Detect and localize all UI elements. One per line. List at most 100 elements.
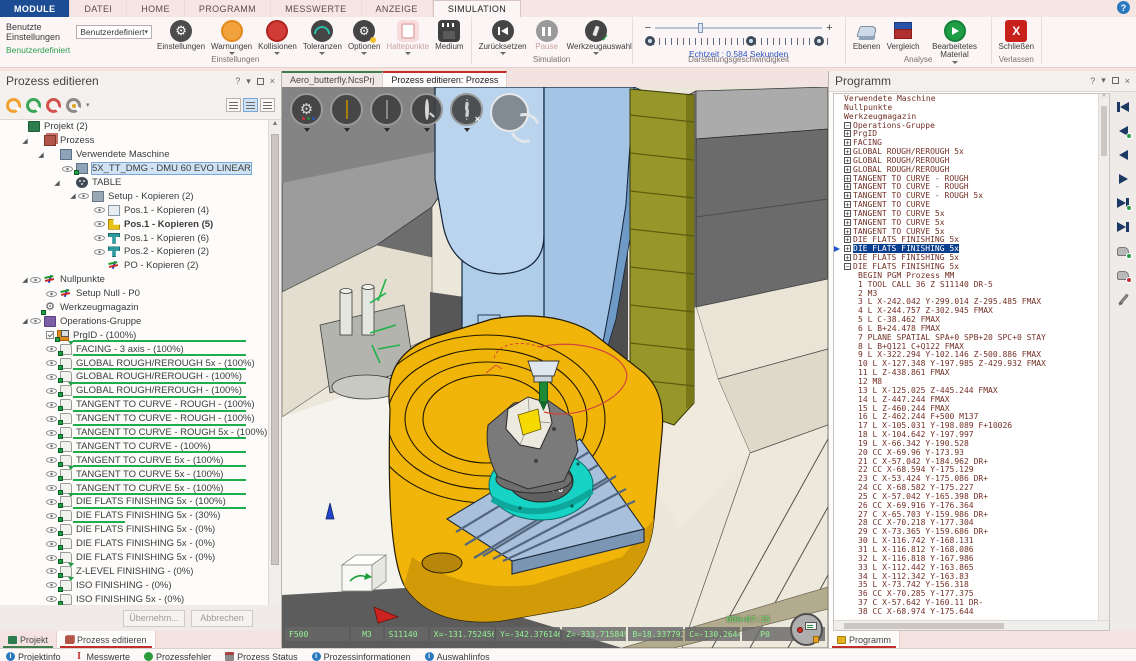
step-backward-button[interactable] [1114,124,1132,139]
tree-item-setup-kopieren-2[interactable]: ◢Setup - Kopieren (2) [0,189,281,203]
help-icon[interactable]: ? [1117,1,1130,14]
ribbon-tab-simulation[interactable]: SIMULATION [433,0,521,17]
speed-ticks[interactable] [645,36,833,46]
expand-icon[interactable]: ◢ [68,192,78,200]
visibility-eye-icon[interactable] [46,568,57,574]
visibility-eye-icon[interactable] [62,166,73,172]
statusbar-prozessinformationen[interactable]: Prozessinformationen [312,649,411,661]
rotate-sphere-button[interactable] [490,93,529,132]
statusbar-prozessfehler[interactable]: Prozessfehler [144,649,211,661]
speed-slider[interactable] [655,27,822,29]
control-panel-widget[interactable] [790,613,823,646]
tree-item-tangent-to-curve-100[interactable]: ◢TANGENT TO CURVE - (100%) [0,439,281,453]
haltepunkte-button[interactable]: Haltepunkte [383,19,432,56]
statusbar-prozess-status[interactable]: Prozess Status [225,649,298,661]
close-icon[interactable]: × [1125,76,1130,86]
tab-prozess-editieren[interactable]: Prozess editieren [57,631,156,648]
visibility-eye-icon[interactable] [46,346,57,352]
visibility-eye-icon[interactable] [46,513,57,519]
tree-item-projekt-2[interactable]: ◢Projekt (2) [0,120,281,134]
tree-item-tangent-to-curve-rough-100[interactable]: ◢TANGENT TO CURVE - ROUGH - (100%) [0,412,281,426]
visibility-eye-icon[interactable] [46,596,57,602]
tree-item-prgid-100[interactable]: ◢PrgID - (100%) [0,328,281,342]
expand-icon[interactable]: ◢ [20,317,30,325]
visibility-eye-icon[interactable] [46,582,57,588]
visibility-eye-icon[interactable] [94,249,105,255]
expand-icon[interactable]: ◢ [20,137,30,145]
tree-item-pos-1-kopieren-6[interactable]: ◢Pos.1 - Kopieren (6) [0,231,281,245]
werkzeugauswahl-button[interactable]: Werkzeugauswahl [564,19,628,56]
ribbon-tab-messwerte[interactable]: MESSWERTE [271,0,361,17]
help-icon[interactable]: ? [235,76,240,86]
expand-box-icon[interactable]: + [844,254,851,261]
cancel-button[interactable]: Abbrechen [191,610,253,627]
statusbar-projektinfo[interactable]: Projektinfo [6,649,61,661]
chevron-down-icon[interactable]: ▾ [86,101,90,109]
tool-cylinder-button[interactable] [370,93,403,132]
tree-item-operations-gruppe[interactable]: ◢Operations-Gruppe [0,314,281,328]
expand-box-icon[interactable]: + [844,236,851,243]
tree-item-table[interactable]: ◢TABLE [0,176,281,190]
expand-icon[interactable]: ◢ [20,276,30,284]
tab-projekt[interactable]: Projekt [0,631,57,648]
einstellungen-button[interactable]: Einstellungen [154,19,208,56]
view-compact-button[interactable] [226,98,241,112]
used-settings-dropdown[interactable]: Benutzerdefiniert ▾ [76,25,152,39]
chevron-down-icon[interactable]: ▾ [1101,75,1106,86]
expand-box-icon[interactable]: + [844,201,851,208]
kollisionen-button[interactable]: Kollisionen [255,19,300,56]
visibility-eye-icon[interactable] [46,430,57,436]
expand-box-icon[interactable]: + [844,183,851,190]
program-listing[interactable]: Verwendete MaschineNullpunkteWerkzeugmag… [833,93,1110,631]
tree-item-po-kopieren-2[interactable]: ◢PO - Kopieren (2) [0,259,281,273]
help-icon[interactable]: ? [1090,76,1095,86]
tree-item-die-flats-finishing-5x-30[interactable]: ◢DIE FLATS FINISHING 5x - (30%) [0,509,281,523]
expand-box-icon[interactable]: + [844,175,851,182]
zoom-magnifier-button[interactable] [410,93,443,132]
tree-item-global-rough-rerough-100[interactable]: ◢GLOBAL ROUGH/REROUGH - (100%) [0,370,281,384]
expand-box-icon[interactable]: + [844,157,851,164]
pin-icon[interactable] [257,78,264,85]
speed-plus-button[interactable]: + [826,22,832,34]
visibility-eye-icon[interactable] [46,457,57,463]
program-vscrollbar[interactable]: ^ [1098,94,1109,620]
tree-item-die-flats-finishing-5x-0[interactable]: ◢DIE FLATS FINISHING 5x - (0%) [0,551,281,565]
tree-item-facing-3-axis-100[interactable]: ◢FACING - 3 axis - (100%) [0,342,281,356]
tree-item-iso-finishing-0[interactable]: ◢ISO FINISHING - (0%) [0,578,281,592]
tab-prozess-editieren-prozess[interactable]: Prozess editieren: Prozess [383,71,507,87]
jump-first-button[interactable] [1114,100,1132,115]
ribbon-tab-programm[interactable]: PROGRAMM [185,0,271,17]
warnungen-button[interactable]: Warnungen [208,19,255,56]
tree-item-die-flats-finishing-5x-0[interactable]: ◢DIE FLATS FINISHING 5x - (0%) [0,523,281,537]
tree-item-pos-2-kopieren-2[interactable]: ◢Pos.2 - Kopieren (2) [0,245,281,259]
visibility-eye-icon[interactable] [46,499,57,505]
visibility-eye-icon[interactable] [46,527,57,533]
tree-item-5x-tt-dmg-dmu-60-evo-linear[interactable]: ◢5X_TT_DMG - DMU 60 EVO LINEAR [0,162,281,176]
tree-item-setup-null-p0[interactable]: ◢Setup Null - P0 [0,287,281,301]
expand-box-icon[interactable]: + [844,219,851,226]
tree-item-tangent-to-curve-5x-100[interactable]: ◢TANGENT TO CURVE 5x - (100%) [0,453,281,467]
ribbon-tab-datei[interactable]: DATEI [70,0,127,17]
medium-button[interactable]: Medium [432,19,466,56]
statusbar-messwerte[interactable]: Messwerte [75,649,131,661]
toleranzen-button[interactable]: Toleranzen [300,19,345,56]
visibility-eye-icon[interactable] [46,360,57,366]
step-forward-button[interactable] [1114,196,1132,211]
visibility-eye-icon[interactable] [46,485,57,491]
visibility-eye-icon[interactable] [46,471,57,477]
speed-minus-button[interactable]: − [645,22,651,34]
tree-item-tangent-to-curve-5x-100[interactable]: ◢TANGENT TO CURVE 5x - (100%) [0,481,281,495]
expand-box-icon[interactable]: + [844,130,851,137]
tree-item-die-flats-finishing-5x-100[interactable]: ◢DIE FLATS FINISHING 5x - (100%) [0,495,281,509]
reset-green-icon[interactable] [26,98,41,113]
select-dashed-button[interactable] [450,93,483,132]
expand-box-icon[interactable]: + [844,139,851,146]
tree-item-nullpunkte[interactable]: ◢Nullpunkte [0,273,281,287]
program-code-line[interactable]: 38 CC X-68.974 Y-175.644 [834,608,1098,617]
tree-item-global-rough-rerough-100[interactable]: ◢GLOBAL ROUGH/REROUGH - (100%) [0,384,281,398]
ribbon-tab-anzeige[interactable]: ANZEIGE [362,0,433,17]
tree-item-tangent-to-curve-rough-5x-100[interactable]: ◢TANGENT TO CURVE - ROUGH 5x - (100%) [0,426,281,440]
visibility-eye-icon[interactable] [46,541,57,547]
tree-item-tangent-to-curve-rough-100[interactable]: ◢TANGENT TO CURVE - ROUGH - (100%) [0,398,281,412]
visibility-eye-icon[interactable] [46,402,57,408]
